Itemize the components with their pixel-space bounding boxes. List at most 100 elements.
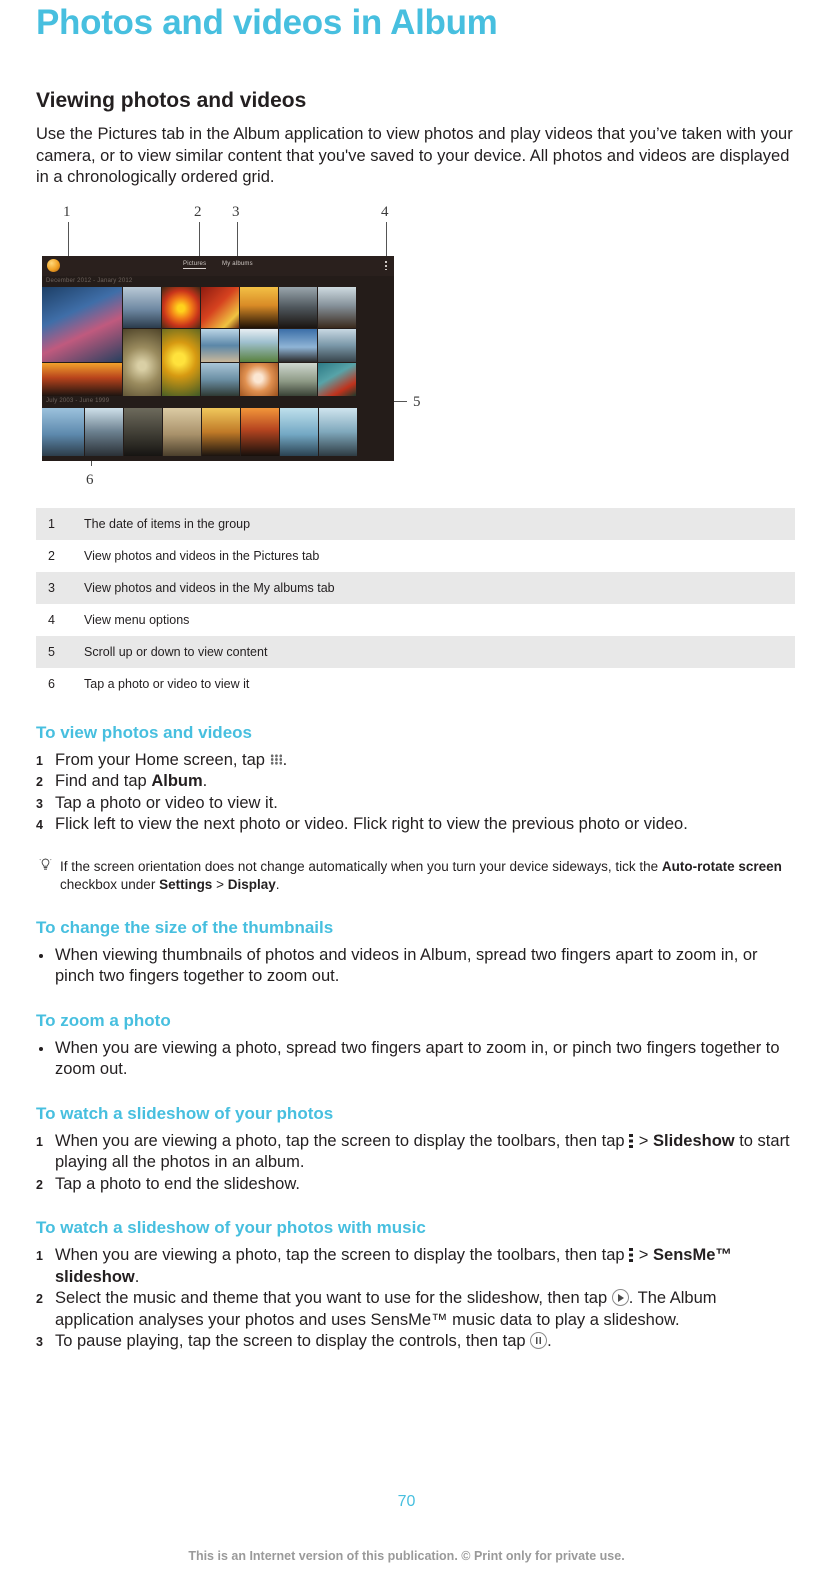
callout-number: 5 xyxy=(48,644,55,659)
tip-emphasis-autorotate: Auto-rotate screen xyxy=(661,858,782,874)
device-screen: Pictures My albums December 2012 - Janar… xyxy=(42,255,394,461)
thumbnail[interactable] xyxy=(162,328,200,396)
section-heading-slideshow-music: To watch a slideshow of your photos with… xyxy=(36,1218,426,1237)
callout-text: View photos and videos in the My albums … xyxy=(84,580,335,595)
thumbnail[interactable] xyxy=(42,286,122,362)
thumbnail[interactable] xyxy=(201,286,239,328)
thumbnail[interactable] xyxy=(123,286,161,328)
thumbnail[interactable] xyxy=(279,286,317,328)
thumbnail-grid-top[interactable] xyxy=(42,286,358,396)
footer-copyright: This is an Internet version of this publ… xyxy=(188,1549,625,1563)
album-screenshot-figure: 1 2 3 4 5 6 Pictures My albums December … xyxy=(36,204,426,494)
section-slideshow-music: To watch a slideshow of your photos with… xyxy=(36,1195,795,1353)
callout-number: 3 xyxy=(48,580,55,595)
thumbnail[interactable] xyxy=(162,286,200,328)
kebab-menu-icon[interactable] xyxy=(385,260,387,270)
figure-callout-1: 1 xyxy=(63,203,71,220)
thumbnail[interactable] xyxy=(318,362,356,396)
procedure-list-view-photos: From your Home screen, tap . Find and ta… xyxy=(36,744,795,837)
section-thumbnail-size: To change the size of the thumbnails Whe… xyxy=(36,895,795,988)
thumbnail[interactable] xyxy=(318,286,356,328)
thumbnail[interactable] xyxy=(318,328,356,362)
procedure-step: Flick left to view the next photo or vid… xyxy=(36,814,688,836)
callout-text: Tap a photo or video to view it xyxy=(84,676,250,691)
thumbnail[interactable] xyxy=(42,407,84,456)
procedure-list-slideshow: When you are viewing a photo, tap the sc… xyxy=(36,1125,795,1196)
thumbnail[interactable] xyxy=(123,328,161,396)
step-separator: > xyxy=(634,1246,654,1264)
bullet-list-zoom-photo: When you are viewing a photo, spread two… xyxy=(36,1032,795,1081)
procedure-step: Tap a photo to end the slideshow. xyxy=(36,1174,300,1196)
device-date-group-top: December 2012 - Janary 2012 xyxy=(46,277,133,284)
thumbnail[interactable] xyxy=(279,328,317,362)
callout-text: View menu options xyxy=(84,612,190,627)
table-row: 2 View photos and videos in the Pictures… xyxy=(36,539,795,572)
section-heading-view-photos: To view photos and videos xyxy=(36,722,252,742)
thumbnail[interactable] xyxy=(279,362,317,396)
callout-text: View photos and videos in the Pictures t… xyxy=(84,548,320,563)
figure-leader-4 xyxy=(386,221,387,258)
procedure-step: Tap a photo or video to view it. xyxy=(36,793,278,815)
page-title: Photos and videos in Album xyxy=(36,3,498,42)
thumbnail[interactable] xyxy=(42,362,122,396)
table-row: 5 Scroll up or down to view content xyxy=(36,635,795,668)
procedure-list-slideshow-music: When you are viewing a photo, tap the sc… xyxy=(36,1239,795,1353)
device-date-group-bottom: July 2003 - June 1999 xyxy=(46,397,110,404)
section-zoom-photo: To zoom a photo When you are viewing a p… xyxy=(36,988,795,1081)
step-text-tail: . xyxy=(547,1332,552,1350)
procedure-step: From your Home screen, tap . xyxy=(36,750,795,772)
list-item: When you are viewing a photo, spread two… xyxy=(36,1038,795,1081)
tip-note: If the screen orientation does not chang… xyxy=(36,836,795,895)
thumbnail[interactable] xyxy=(124,407,162,456)
figure-callout-2: 2 xyxy=(194,203,202,220)
thumbnail[interactable] xyxy=(240,286,278,328)
manual-page: Photos and videos in Album Viewing photo… xyxy=(0,0,813,1587)
step-text: When you are viewing a photo, tap the sc… xyxy=(55,1131,630,1150)
device-tab-my-albums[interactable]: My albums xyxy=(222,261,253,267)
thumbnail[interactable] xyxy=(241,407,279,456)
pause-circle-icon xyxy=(530,1332,548,1349)
app-drawer-icon xyxy=(269,753,283,765)
procedure-step: When you are viewing a photo, tap the sc… xyxy=(36,1245,795,1288)
step-text: From your Home screen, tap xyxy=(55,750,270,769)
thumbnail[interactable] xyxy=(280,407,318,456)
step-text: When you are viewing a photo, tap the sc… xyxy=(55,1246,630,1264)
table-row: 4 View menu options xyxy=(36,603,795,636)
kebab-menu-icon xyxy=(629,1133,634,1148)
section-heading-thumbnail-size: To change the size of the thumbnails xyxy=(36,917,334,937)
figure-callout-4: 4 xyxy=(381,203,389,220)
thumbnail-grid-bottom[interactable] xyxy=(42,407,358,456)
step-separator: > xyxy=(634,1131,654,1150)
thumbnail[interactable] xyxy=(240,328,278,362)
bullet-list-thumbnail-size: When viewing thumbnails of photos and vi… xyxy=(36,939,795,988)
tip-emphasis-settings: Settings xyxy=(159,877,213,892)
thumbnail[interactable] xyxy=(319,407,357,456)
procedure-step: Select the music and theme that you want… xyxy=(36,1288,795,1331)
figure-leader-2 xyxy=(199,221,200,258)
thumbnail[interactable] xyxy=(240,362,278,396)
section-view-photos: To view photos and videos From your Home… xyxy=(36,700,795,895)
figure-callout-3: 3 xyxy=(232,203,240,220)
section-heading-viewing: Viewing photos and videos xyxy=(36,89,307,112)
step-emphasis-slideshow: Slideshow xyxy=(653,1131,735,1150)
tip-emphasis-display: Display xyxy=(227,877,276,892)
thumbnail[interactable] xyxy=(202,407,240,456)
callout-number: 1 xyxy=(48,516,55,531)
step-text-tail: . xyxy=(282,750,288,769)
section-heading-slideshow: To watch a slideshow of your photos xyxy=(36,1103,334,1123)
figure-callout-6: 6 xyxy=(86,471,94,488)
thumbnail[interactable] xyxy=(85,407,123,456)
device-tab-pictures[interactable]: Pictures xyxy=(183,261,207,269)
table-row: 6 Tap a photo or video to view it xyxy=(36,667,795,700)
table-row: 3 View photos and videos in the My album… xyxy=(36,571,795,604)
kebab-menu-icon xyxy=(629,1248,634,1262)
thumbnail[interactable] xyxy=(163,407,201,456)
intro-paragraph: Use the Pictures tab in the Album applic… xyxy=(36,125,793,186)
thumbnail[interactable] xyxy=(201,362,239,396)
callout-number: 4 xyxy=(48,612,55,627)
thumbnail[interactable] xyxy=(201,328,239,362)
light-bulb-icon xyxy=(39,857,52,870)
album-app-icon xyxy=(47,258,60,272)
callout-legend-table: 1 The date of items in the group 2 View … xyxy=(36,507,795,700)
play-circle-icon xyxy=(611,1289,629,1306)
